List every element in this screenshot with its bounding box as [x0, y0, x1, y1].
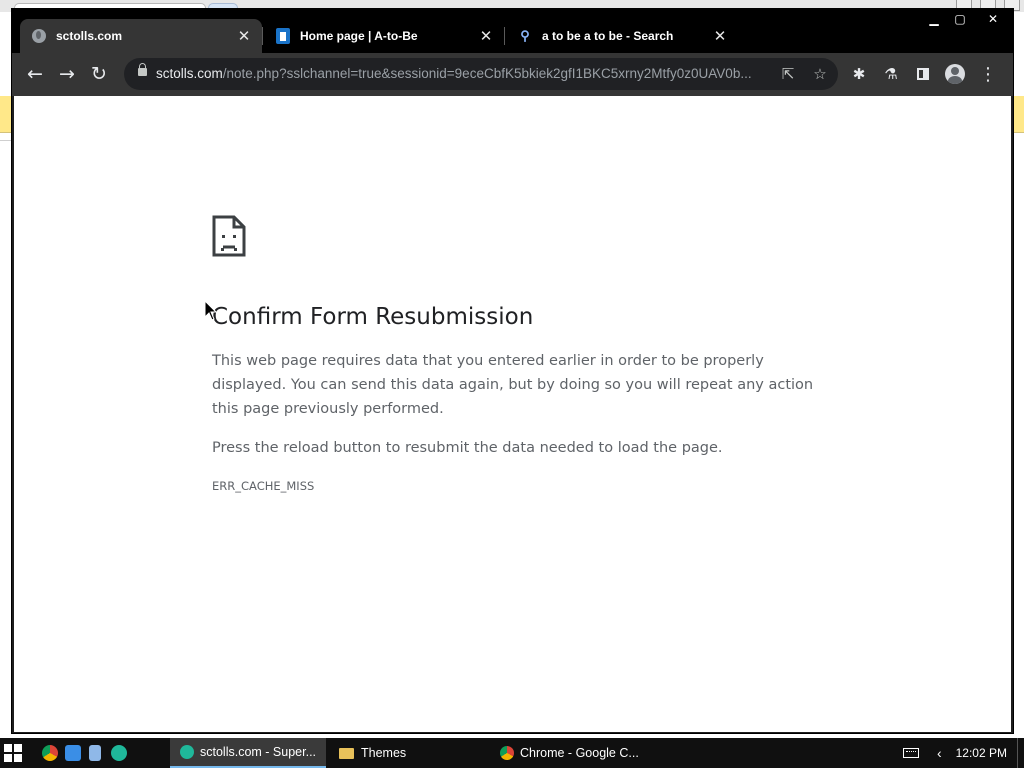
sad-page-icon: [212, 215, 246, 257]
app-quicklaunch-icon[interactable]: [65, 745, 81, 761]
taskbar: sctolls.com - Super... Themes Chrome - G…: [0, 738, 1024, 768]
page-content: Confirm Form Resubmission This web page …: [14, 96, 1011, 732]
forward-button[interactable]: →: [54, 61, 80, 87]
side-panel-button[interactable]: [912, 63, 934, 85]
search-icon: ⚲: [520, 28, 530, 43]
start-button[interactable]: [4, 744, 22, 762]
bookmark-star-icon[interactable]: ☆: [810, 64, 830, 84]
background-divider: [0, 140, 12, 141]
error-code: ERR_CACHE_MISS: [212, 479, 315, 493]
profile-button[interactable]: [944, 63, 966, 85]
chrome-icon: [500, 746, 514, 760]
mouse-cursor-icon: [204, 300, 218, 321]
extensions-icon[interactable]: ✱: [848, 63, 870, 85]
tab-close-icon[interactable]: ✕: [712, 27, 728, 45]
menu-kebab-icon[interactable]: ⋮: [977, 63, 999, 85]
tab-close-icon[interactable]: ✕: [236, 27, 252, 45]
folder-icon: [339, 747, 354, 759]
tab-title: a to be a to be - Search: [542, 29, 674, 43]
taskbar-item-label: Chrome - Google C...: [520, 746, 639, 760]
chrome-quicklaunch-icon[interactable]: [42, 745, 58, 761]
taskbar-item-edge[interactable]: sctolls.com - Super...: [170, 738, 326, 768]
tab-atobe-home[interactable]: Home page | A-to-Be ✕: [264, 19, 504, 53]
back-button[interactable]: ←: [22, 61, 48, 87]
atobe-favicon-icon: [276, 28, 290, 44]
tray-chevron-icon[interactable]: ‹: [937, 745, 942, 761]
taskbar-item-chrome[interactable]: Chrome - Google C...: [490, 738, 646, 768]
show-desktop-button[interactable]: [1017, 738, 1024, 768]
labs-flask-icon[interactable]: ⚗: [880, 63, 902, 85]
maximize-icon[interactable]: ▢: [947, 9, 973, 29]
background-infobar-right: [1012, 96, 1024, 133]
error-title: Confirm Form Resubmission: [212, 304, 534, 330]
share-icon[interactable]: ⇱: [778, 64, 798, 84]
tab-title: Home page | A-to-Be: [300, 29, 418, 43]
url-path: /note.php?sslchannel=true&sessionid=9ece…: [222, 66, 752, 81]
system-tray: ‹ 12:02 PM: [902, 738, 1024, 768]
windows-logo-icon: [4, 744, 12, 752]
avatar-icon: [945, 64, 965, 84]
tab-separator: [262, 27, 263, 45]
background-infobar-left: [0, 96, 12, 133]
error-reload-hint: Press the reload button to resubmit the …: [212, 440, 723, 456]
close-window-icon[interactable]: ✕: [973, 9, 1013, 29]
tab-strip: sctolls.com ✕ Home page | A-to-Be ✕ ⚲ a …: [12, 9, 1013, 53]
minimize-icon[interactable]: ▁: [921, 9, 947, 29]
error-description: This web page requires data that you ent…: [212, 353, 814, 417]
taskbar-item-themes[interactable]: Themes: [329, 738, 485, 768]
tab-separator: [504, 27, 505, 45]
clock[interactable]: 12:02 PM: [956, 746, 1007, 760]
tab-close-icon[interactable]: ✕: [478, 27, 494, 45]
windows-logo-icon: [4, 754, 12, 762]
address-bar[interactable]: sctolls.com/note.php?sslchannel=true&ses…: [124, 58, 838, 90]
taskbar-item-label: Themes: [361, 746, 407, 760]
keyboard-icon[interactable]: [902, 748, 919, 758]
windows-logo-icon: [14, 744, 22, 752]
browser-toolbar: ← → ↻ sctolls.com/note.php?sslchannel=tr…: [12, 53, 1013, 96]
window-controls: ▁ ▢ ✕: [921, 9, 1013, 29]
edge-icon: [180, 745, 194, 759]
recycle-quicklaunch-icon[interactable]: [89, 745, 101, 761]
edge-quicklaunch-icon[interactable]: [111, 745, 127, 761]
windows-logo-icon: [14, 754, 22, 762]
tab-search[interactable]: ⚲ a to be a to be - Search ✕: [506, 19, 738, 53]
reload-button[interactable]: ↻: [86, 61, 112, 87]
url-text[interactable]: sctolls.com/note.php?sslchannel=true&ses…: [156, 66, 766, 81]
globe-icon: [32, 29, 46, 43]
url-host: sctolls.com: [156, 66, 223, 81]
lock-icon[interactable]: [138, 63, 147, 76]
taskbar-item-label: sctolls.com - Super...: [200, 745, 317, 759]
tab-sctolls[interactable]: sctolls.com ✕: [20, 19, 262, 53]
chrome-window: sctolls.com ✕ Home page | A-to-Be ✕ ⚲ a …: [12, 9, 1013, 733]
tab-title: sctolls.com: [56, 29, 123, 43]
side-panel-icon: [917, 68, 929, 80]
